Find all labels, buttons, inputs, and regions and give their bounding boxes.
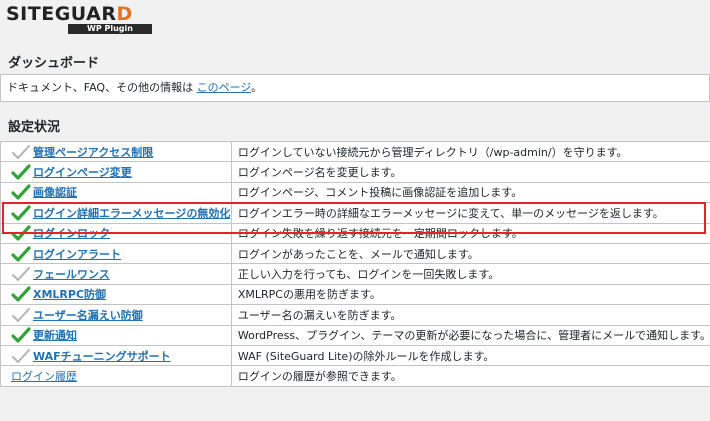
table-row: XMLRPC防御 XMLRPCの悪用を防ぎます。: [0, 283, 710, 306]
check-off-icon: [11, 144, 33, 160]
feature-cell: ログイン履歴: [0, 365, 232, 387]
check-on-icon: [11, 327, 33, 343]
feature-description: XMLRPCの悪用を防ぎます。: [230, 283, 710, 306]
feature-description: ログインがあったことを、メールで通知します。: [230, 242, 710, 265]
feature-cell: 管理ページアクセス制限: [0, 140, 232, 163]
logo-accent: D: [116, 3, 133, 25]
feature-link[interactable]: フェールワンス: [33, 268, 110, 281]
feature-description: WAF (SiteGuard Lite)の除外ルールを作成します。: [230, 344, 710, 367]
feature-cell: ユーザー名漏えい防御: [0, 304, 232, 326]
check-on-icon: [11, 246, 33, 262]
table-row: ユーザー名漏えい防御 ユーザー名の漏えいを防ぎます。: [0, 304, 710, 326]
table-row: 更新通知 WordPress、プラグイン、テーマの更新が必要になった場合に、管理者…: [0, 324, 710, 346]
page-title: ダッシュボード: [8, 56, 100, 71]
feature-description: ログインページ、コメント投稿に画像認証を追加します。: [230, 181, 710, 204]
notice-suffix: 。: [251, 81, 263, 94]
siteguard-logo: SITEGUARD WP Plugin: [6, 3, 156, 35]
feature-description: 正しい入力を行っても、ログインを一回失敗します。: [230, 263, 710, 285]
feature-cell: ログインアラート: [0, 242, 232, 265]
table-row: ログインアラート ログインがあったことを、メールで通知します。: [0, 242, 710, 265]
feature-description: ログインの履歴が参照できます。: [230, 365, 710, 387]
feature-link[interactable]: XMLRPC防御: [33, 288, 106, 301]
table-row: ログインページ変更 ログインページ名を変更します。: [0, 161, 710, 183]
feature-cell: 画像認証: [0, 181, 232, 204]
feature-link[interactable]: 画像認証: [33, 186, 77, 199]
feature-link[interactable]: ログインアラート: [33, 248, 121, 261]
feature-cell: 更新通知: [0, 324, 232, 346]
check-on-icon: [11, 164, 33, 180]
highlight-box: [2, 202, 706, 234]
check-on-icon: [11, 184, 33, 201]
table-row: ログイン履歴 ログインの履歴が参照できます。: [0, 365, 710, 387]
feature-cell: フェールワンス: [0, 263, 232, 285]
table-row: 管理ページアクセス制限 ログインしていない接続元から管理ディレクトリ（/wp-ad…: [0, 140, 710, 163]
settings-status-table: 管理ページアクセス制限 ログインしていない接続元から管理ディレクトリ（/wp-ad…: [0, 140, 710, 387]
feature-cell: ログインページ変更: [0, 161, 232, 183]
feature-description: ユーザー名の漏えいを防ぎます。: [230, 304, 710, 326]
feature-description: WordPress、プラグイン、テーマの更新が必要になった場合に、管理者にメール…: [230, 324, 710, 346]
feature-cell: XMLRPC防御: [0, 283, 232, 306]
feature-link[interactable]: ユーザー名漏えい防御: [33, 309, 143, 322]
feature-description: ログインページ名を変更します。: [230, 161, 710, 183]
feature-link[interactable]: ログイン履歴: [11, 370, 77, 383]
info-notice: ドキュメント、FAQ、その他の情報は このページ。: [0, 74, 710, 102]
feature-description: ログインしていない接続元から管理ディレクトリ（/wp-admin/）を守ります。: [230, 140, 710, 163]
table-row: フェールワンス 正しい入力を行っても、ログインを一回失敗します。: [0, 263, 710, 285]
feature-link[interactable]: 管理ページアクセス制限: [33, 146, 153, 159]
section-title: 設定状況: [8, 120, 61, 135]
logo-subtitle: WP Plugin: [68, 24, 152, 34]
check-off-icon: [11, 266, 33, 282]
check-on-icon: [11, 286, 33, 303]
check-off-icon: [11, 348, 33, 364]
check-off-icon: [11, 307, 33, 323]
table-row: WAFチューニングサポート WAF (SiteGuard Lite)の除外ルールを…: [0, 344, 710, 367]
feature-cell: WAFチューニングサポート: [0, 344, 232, 367]
feature-link[interactable]: ログインページ変更: [33, 166, 132, 179]
feature-link[interactable]: 更新通知: [33, 329, 77, 342]
notice-text: ドキュメント、FAQ、その他の情報は: [7, 81, 197, 94]
table-row: 画像認証 ログインページ、コメント投稿に画像認証を追加します。: [0, 181, 710, 204]
feature-link[interactable]: WAFチューニングサポート: [33, 350, 171, 363]
notice-link[interactable]: このページ: [197, 81, 251, 94]
logo-text: SITEGUAR: [6, 3, 117, 25]
